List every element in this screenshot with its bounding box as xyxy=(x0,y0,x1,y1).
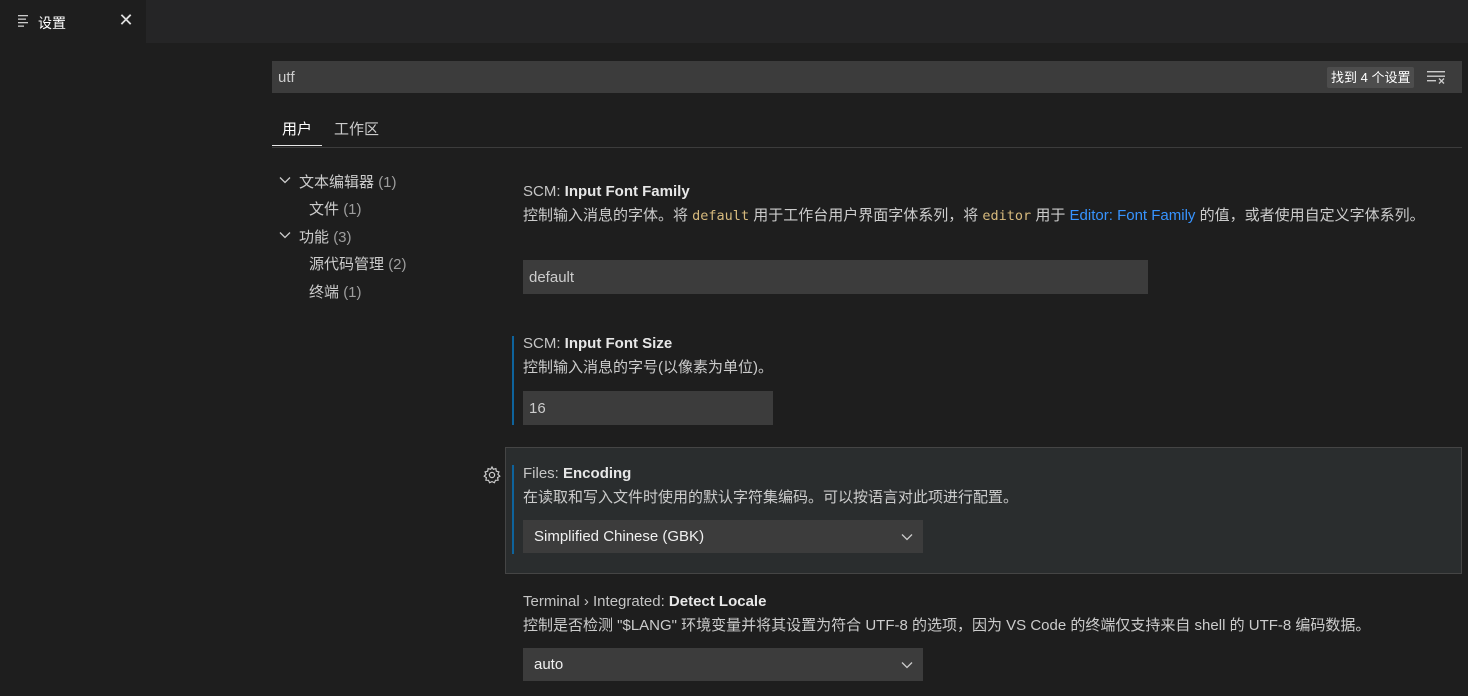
desc-text: 的值，或者使用自定义字体系列。 xyxy=(1195,207,1425,224)
toc-item-files[interactable]: 文件 (1) xyxy=(309,198,362,219)
setting-description: 控制是否检测 "$LANG" 环境变量并将其设置为符合 UTF-8 的选项，因为… xyxy=(523,617,1371,634)
chevron-down-icon xyxy=(901,662,913,669)
toc-item-features[interactable]: 功能 (3) xyxy=(299,226,352,247)
toc-count: (1) xyxy=(343,201,362,218)
result-count-badge: 找到 4 个设置 xyxy=(1327,67,1415,88)
toc-label: 文本编辑器 xyxy=(299,174,375,191)
modified-indicator xyxy=(512,465,514,554)
setting-name: Input Font Family xyxy=(564,183,690,200)
setting-title: Terminal › Integrated: Detect Locale xyxy=(523,593,1463,610)
setting-scm-input-font-family: SCM: Input Font Family 控制输入消息的字体。将 defau… xyxy=(523,183,1438,228)
encoding-select[interactable]: Simplified Chinese (GBK) xyxy=(523,520,923,553)
toc-count: (1) xyxy=(343,284,362,301)
toc-item-terminal[interactable]: 终端 (1) xyxy=(309,281,362,302)
chevron-down-icon[interactable] xyxy=(279,174,291,186)
setting-description: 在读取和写入文件时使用的默认字符集编码。可以按语言对此项进行配置。 xyxy=(523,489,1019,506)
setting-name: Encoding xyxy=(563,465,632,482)
desc-text: 用于工作台用户界面字体系列，将 xyxy=(749,207,983,224)
toc-label: 文件 xyxy=(309,201,340,218)
select-value: Simplified Chinese (GBK) xyxy=(534,528,705,545)
setting-scm-input-font-size: SCM: Input Font Size 控制输入消息的字号(以像素为单位)。 xyxy=(523,335,1438,379)
tab-title: 设置 xyxy=(38,15,66,31)
toc-count: (1) xyxy=(378,174,397,191)
toc-label: 功能 xyxy=(299,229,330,246)
tab-workspace[interactable]: 工作区 xyxy=(334,118,379,139)
detect-locale-select[interactable]: auto xyxy=(523,648,923,681)
inline-code: editor xyxy=(982,208,1032,224)
editor-font-family-link[interactable]: Editor: Font Family xyxy=(1070,207,1196,224)
settings-list-icon xyxy=(18,15,28,27)
setting-title: Files: Encoding xyxy=(523,465,1438,482)
toc-count: (2) xyxy=(388,256,407,273)
toc-label: 源代码管理 xyxy=(309,256,385,273)
setting-name: Input Font Size xyxy=(564,335,673,352)
setting-terminal-detect-locale: Terminal › Integrated: Detect Locale 控制是… xyxy=(523,593,1463,637)
chevron-down-icon[interactable] xyxy=(279,229,291,241)
toc-count: (3) xyxy=(333,229,352,246)
setting-description: 控制输入消息的字号(以像素为单位)。 xyxy=(523,359,773,376)
desc-text: 用于 xyxy=(1031,207,1070,224)
setting-title: SCM: Input Font Size xyxy=(523,335,1438,352)
clear-filter-icon[interactable] xyxy=(1427,69,1447,85)
setting-title: SCM: Input Font Family xyxy=(523,183,1438,200)
editor-tab-bar: 设置 ✕ xyxy=(0,0,1468,43)
toc-item-text-editor[interactable]: 文本编辑器 (1) xyxy=(299,171,397,192)
font-family-input[interactable] xyxy=(523,260,1148,294)
setting-name: Detect Locale xyxy=(668,593,767,610)
select-value: auto xyxy=(534,656,564,673)
setting-category: Terminal › Integrated: xyxy=(523,593,669,610)
setting-category: Files: xyxy=(523,465,564,482)
toc-item-scm[interactable]: 源代码管理 (2) xyxy=(309,253,407,274)
setting-category: SCM: xyxy=(523,335,565,352)
setting-category: SCM: xyxy=(523,183,565,200)
scope-tabs: 用户 工作区 xyxy=(271,112,1462,148)
setting-description: 控制输入消息的字体。将 default 用于工作台用户界面字体系列，将 edit… xyxy=(523,204,1438,228)
search-input[interactable] xyxy=(278,61,1278,93)
tab-user[interactable]: 用户 xyxy=(271,118,323,146)
settings-search: 找到 4 个设置 xyxy=(272,61,1462,93)
desc-text: 控制输入消息的字体。将 xyxy=(523,207,693,224)
gear-icon[interactable] xyxy=(482,465,502,485)
font-size-input[interactable] xyxy=(523,391,773,425)
inline-code: default xyxy=(692,208,750,224)
settings-tab[interactable]: 设置 ✕ xyxy=(0,0,146,43)
close-icon[interactable]: ✕ xyxy=(116,9,136,31)
toc-label: 终端 xyxy=(309,284,340,301)
setting-files-encoding: Files: Encoding 在读取和写入文件时使用的默认字符集编码。可以按语… xyxy=(523,465,1438,509)
modified-indicator xyxy=(512,336,514,425)
chevron-down-icon xyxy=(901,534,913,541)
